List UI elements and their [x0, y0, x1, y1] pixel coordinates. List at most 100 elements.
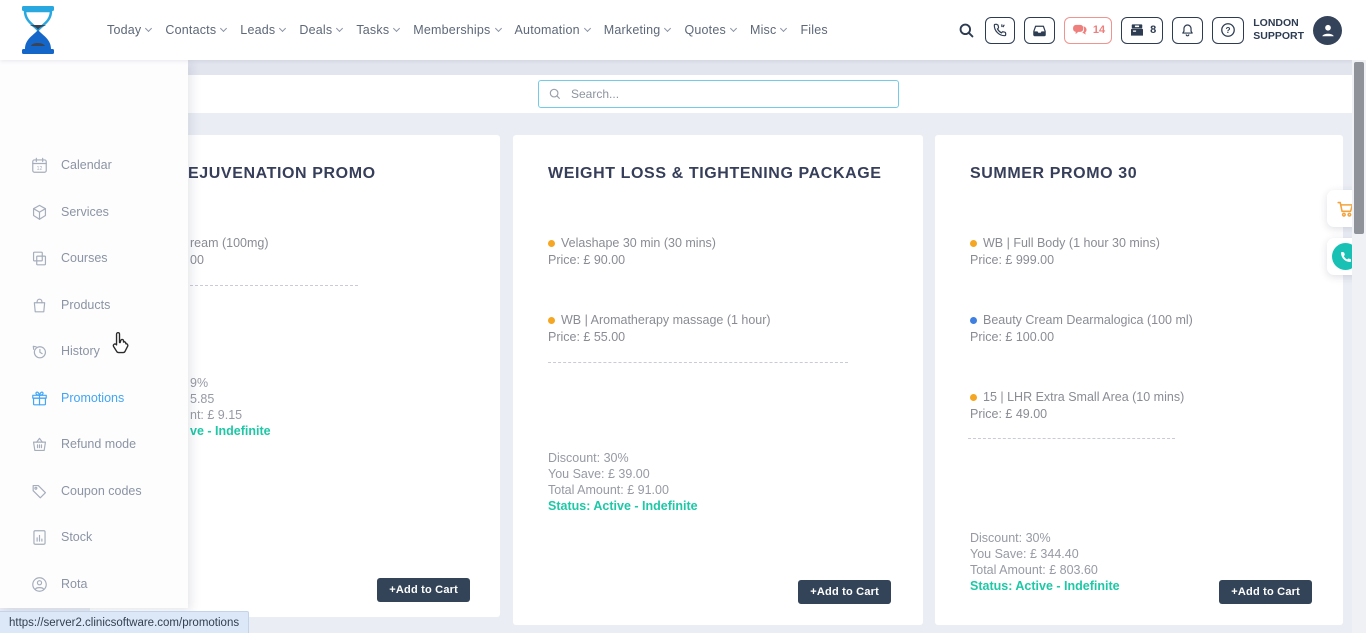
question-mark-icon: ?: [1219, 21, 1237, 39]
stock-chart-icon: [30, 528, 49, 547]
main-nav: Today Contacts Leads Deals Tasks Members…: [107, 0, 828, 60]
sidebar-item-coupon-codes[interactable]: Coupon codes: [0, 471, 188, 511]
bell-icon: [1179, 22, 1196, 39]
till-count-badge: 8: [1150, 24, 1156, 36]
notifications-button[interactable]: [1172, 17, 1203, 44]
promo-item: Beauty Cream Dearmalogica (100 ml) Price…: [970, 312, 1193, 345]
chevron-down-icon: [336, 25, 343, 32]
chat-messages-button[interactable]: 14: [1064, 17, 1112, 44]
nav-deals[interactable]: Deals: [299, 23, 342, 37]
nav-contacts[interactable]: Contacts: [165, 23, 226, 37]
sidebar-item-stock[interactable]: Stock: [0, 517, 188, 557]
bullet-icon: [970, 317, 977, 324]
page-background-strip: [0, 60, 1366, 75]
basket-icon: [30, 435, 49, 454]
nav-tasks[interactable]: Tasks: [356, 23, 399, 37]
nav-files[interactable]: Files: [800, 23, 827, 37]
chevron-down-icon: [584, 25, 591, 32]
chevron-down-icon: [220, 25, 227, 32]
promo-item: Velashape 30 min (30 mins) Price: £ 90.0…: [548, 235, 716, 268]
link-preview-statusbar: https://server2.clinicsoftware.com/promo…: [0, 611, 249, 633]
nav-automation[interactable]: Automation: [515, 23, 590, 37]
promo-totals: Discount: 30% You Save: £ 344.40 Total A…: [970, 530, 1120, 594]
promo-item: 15 | LHR Extra Small Area (10 mins) Pric…: [970, 389, 1184, 422]
promo-item: WB | Full Body (1 hour 30 mins) Price: £…: [970, 235, 1160, 268]
search-bar-strip: [0, 75, 1352, 113]
status-badge: ve - Indefinite: [190, 423, 271, 439]
promo-item: ream (100mg) 00: [190, 235, 269, 268]
bullet-icon: [970, 240, 977, 247]
account-name: LONDON SUPPORT: [1253, 17, 1304, 43]
chevron-down-icon: [494, 25, 501, 32]
chat-count-badge: 14: [1093, 24, 1105, 36]
sidebar-item-calendar[interactable]: 12 Calendar: [0, 145, 188, 185]
chevron-down-icon: [664, 25, 671, 32]
topbar-actions: 14 8 ? LONDON: [957, 0, 1342, 60]
inbox-button[interactable]: [1024, 17, 1055, 44]
person-circle-icon: [30, 575, 49, 594]
promo-card-weight-loss: WEIGHT LOSS & TIGHTENING PACKAGE Velasha…: [513, 135, 923, 625]
add-to-cart-button[interactable]: +Add to Cart: [377, 578, 470, 602]
search-input[interactable]: [538, 80, 899, 108]
top-navigation-bar: Today Contacts Leads Deals Tasks Members…: [0, 0, 1366, 60]
chevron-down-icon: [145, 25, 152, 32]
bullet-icon: [548, 240, 555, 247]
till-button[interactable]: 8: [1121, 17, 1163, 44]
bullet-icon: [548, 317, 555, 324]
nav-misc[interactable]: Misc: [750, 23, 787, 37]
promo-totals: 9% 5.85 nt: £ 9.15 ve - Indefinite: [190, 375, 271, 439]
svg-text:?: ?: [1226, 26, 1231, 35]
history-clock-icon: [30, 342, 49, 361]
sidebar-item-products[interactable]: Products: [0, 285, 188, 325]
sidebar-item-refund-mode[interactable]: Refund mode: [0, 424, 188, 464]
chevron-down-icon: [730, 25, 737, 32]
nav-quotes[interactable]: Quotes: [684, 23, 736, 37]
calendar-icon: 12: [30, 156, 49, 175]
phone-icon: [992, 22, 1008, 38]
add-to-cart-button[interactable]: +Add to Cart: [1219, 580, 1312, 604]
scrollbar-track[interactable]: [1352, 60, 1366, 633]
nav-leads[interactable]: Leads: [240, 23, 285, 37]
sidebar-item-courses[interactable]: Courses: [0, 238, 188, 278]
nav-memberships[interactable]: Memberships: [413, 23, 500, 37]
nav-today[interactable]: Today: [107, 23, 151, 37]
avatar[interactable]: [1313, 16, 1342, 45]
status-badge: Status: Active - Indefinite: [548, 498, 698, 514]
bag-icon: [30, 296, 49, 315]
chevron-down-icon: [279, 25, 286, 32]
status-badge: Status: Active - Indefinite: [970, 578, 1120, 594]
chevron-down-icon: [393, 25, 400, 32]
promo-card-title: SUMMER PROMO 30: [970, 165, 1137, 183]
today-dropdown-menu: 12 Calendar Services Courses Products Hi…: [0, 60, 188, 608]
dashed-divider: [190, 285, 358, 286]
sidebar-item-rota[interactable]: Rota: [0, 564, 188, 604]
promo-card-summer: SUMMER PROMO 30 WB | Full Body (1 hour 3…: [935, 135, 1343, 625]
tag-icon: [30, 482, 49, 501]
scrollbar-thumb[interactable]: [1354, 62, 1364, 234]
promo-totals: Discount: 30% You Save: £ 39.00 Total Am…: [548, 450, 698, 514]
cube-icon: [30, 203, 49, 222]
phone-calls-button[interactable]: [985, 17, 1015, 44]
bullet-icon: [970, 394, 977, 401]
dashed-divider: [548, 362, 848, 363]
search-icon[interactable]: [957, 21, 976, 40]
search-field-wrap: [538, 80, 899, 108]
gift-icon: [30, 389, 49, 408]
inbox-icon: [1031, 22, 1048, 39]
nav-marketing[interactable]: Marketing: [604, 23, 671, 37]
chat-bubbles-icon: [1071, 22, 1089, 38]
add-to-cart-button[interactable]: +Add to Cart: [798, 580, 891, 604]
clinicsoftware-logo-icon[interactable]: [20, 6, 56, 54]
promo-card-title: EJUVENATION PROMO: [188, 165, 376, 183]
search-icon: [548, 87, 562, 101]
dashed-divider: [968, 438, 1175, 439]
promo-card-title: WEIGHT LOSS & TIGHTENING PACKAGE: [548, 165, 882, 183]
user-icon: [1318, 20, 1338, 40]
sidebar-item-history[interactable]: History: [0, 331, 188, 371]
chevron-down-icon: [780, 25, 787, 32]
help-button[interactable]: ?: [1212, 17, 1244, 44]
sidebar-item-services[interactable]: Services: [0, 192, 188, 232]
squares-icon: [30, 249, 49, 268]
sidebar-item-promotions[interactable]: Promotions: [0, 378, 188, 418]
svg-text:12: 12: [37, 166, 43, 172]
